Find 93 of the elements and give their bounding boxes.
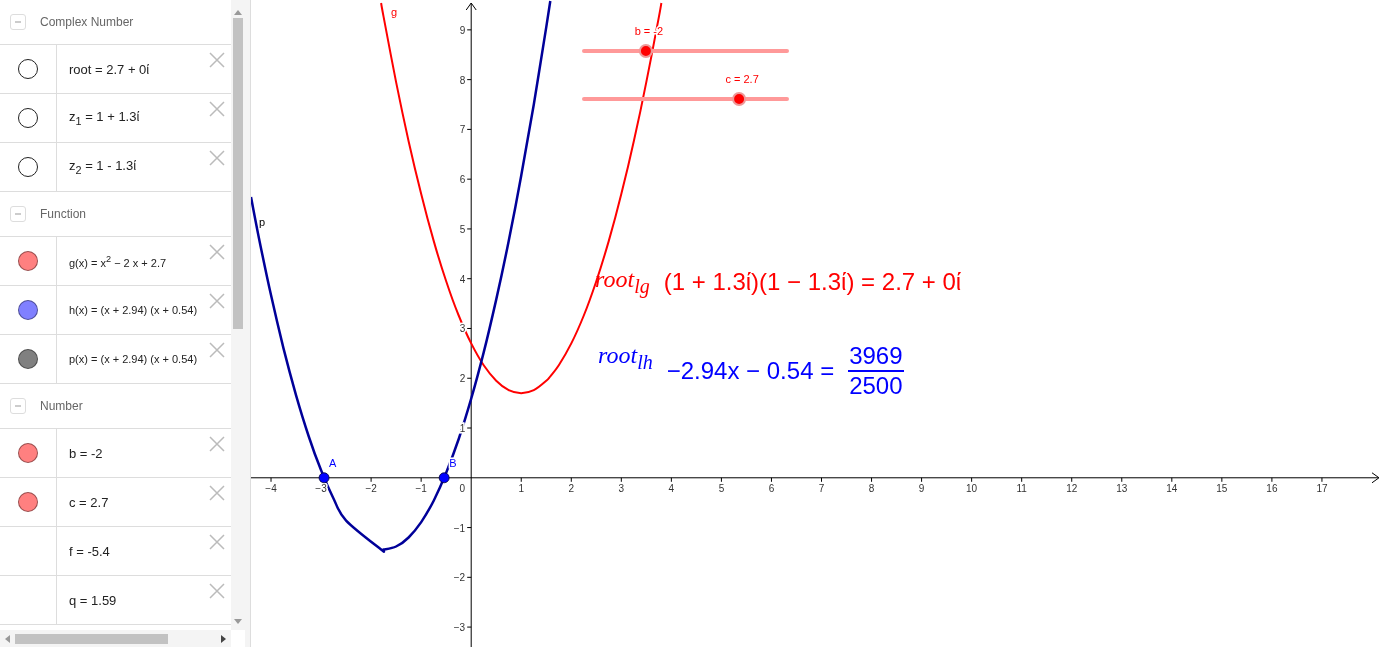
tick-label: 4 [459, 273, 466, 285]
algebra-entry[interactable]: q = 1.59 [69, 592, 117, 608]
algebra-entry[interactable]: z$_{1}$ = 1 + 1.3ί [69, 109, 140, 127]
curve-label: p [259, 216, 266, 228]
tick-label: 3 [459, 323, 466, 335]
tick-label: 6 [768, 482, 775, 494]
tick-label: 2 [568, 482, 575, 494]
slider-track[interactable] [582, 44, 789, 58]
tick-label: 1 [518, 482, 524, 494]
equation-text: −2.94x − 0.54 = [666, 357, 835, 385]
tick-label: −2 [453, 572, 466, 584]
slider-label: c = 2.7 [725, 73, 759, 85]
visibility-toggle[interactable] [18, 108, 38, 128]
minus-icon [14, 210, 22, 218]
point-label: B [449, 456, 457, 469]
tick-label: 9 [459, 24, 466, 36]
tick-label: 8 [459, 74, 466, 86]
algebra-entry[interactable]: g(x) = x$^{2}$ − 2 x + 2.7 [69, 253, 167, 269]
visibility-toggle[interactable] [18, 59, 38, 79]
tick-label: 7 [818, 482, 825, 494]
tick-label: 14 [1166, 482, 1178, 494]
close-icon[interactable] [209, 150, 225, 166]
tick-label: −1 [453, 522, 466, 534]
point-label: A [329, 456, 337, 469]
visibility-toggle[interactable] [18, 157, 38, 177]
tick-label: 5 [459, 223, 466, 235]
numerator: 3969 [848, 342, 904, 372]
tick-label: 6 [459, 174, 466, 186]
function-curve[interactable] [380, 2, 663, 395]
denominator: 2500 [849, 372, 903, 400]
tick-label: 17 [1316, 482, 1328, 494]
point[interactable] [318, 472, 330, 484]
tick-label: 12 [1066, 482, 1078, 494]
curve-label: g [391, 6, 398, 18]
section-title: Complex Number [40, 15, 134, 29]
tick-label: 8 [868, 482, 875, 494]
point[interactable] [438, 472, 450, 484]
tick-label: 2 [459, 373, 466, 385]
scroll-right-icon[interactable] [221, 634, 226, 643]
equation-text: (1 + 1.3ί)(1 − 1.3ί) = 2.7 + 0ί [663, 267, 962, 296]
algebra-entry[interactable]: b = -2 [69, 445, 103, 461]
section-title: Function [40, 207, 87, 221]
algebra-entry[interactable]: p(x) = (x + 2.94) (x + 0.54) [69, 353, 198, 365]
tick-label: −4 [265, 482, 277, 494]
close-icon[interactable] [209, 244, 225, 260]
close-icon[interactable] [209, 436, 225, 452]
algebra-entry[interactable]: z$_{2}$ = 1 - 1.3ί [69, 158, 137, 176]
scroll-left-icon[interactable] [5, 634, 10, 643]
scroll-thumb[interactable] [15, 633, 168, 644]
close-icon[interactable] [209, 293, 225, 309]
tick-label: −3 [453, 622, 466, 634]
scroll-thumb[interactable] [233, 18, 243, 329]
formula-label: root$_{lh}$ [598, 342, 653, 374]
minus-icon [14, 402, 22, 410]
tick-label: 4 [668, 482, 675, 494]
algebra-entry[interactable]: c = 2.7 [69, 494, 109, 510]
algebra-entry[interactable]: root = 2.7 + 0ί [69, 61, 150, 77]
algebra-entry[interactable]: f = -5.4 [69, 543, 110, 559]
collapse-toggle[interactable] [10, 398, 26, 414]
tick-label: 1 [459, 423, 466, 434]
function-curve[interactable] [251, 0, 552, 551]
horizontal-scrollbar[interactable] [0, 630, 231, 647]
tick-label: 7 [459, 124, 466, 136]
tick-label: 3 [618, 482, 625, 494]
section-title: Number [40, 399, 83, 413]
tick-label: −2 [365, 482, 377, 494]
scroll-down-icon[interactable] [234, 619, 242, 624]
close-icon[interactable] [209, 342, 225, 358]
vertical-scrollbar[interactable] [231, 0, 245, 630]
tick-label: 9 [918, 482, 925, 494]
close-icon[interactable] [209, 52, 225, 68]
close-icon[interactable] [209, 534, 225, 550]
tick-label: 0 [459, 482, 465, 494]
close-icon[interactable] [209, 583, 225, 599]
tick-label: 5 [718, 482, 725, 494]
tick-label: 11 [1016, 482, 1027, 494]
slider-thumb[interactable] [732, 92, 747, 106]
tick-label: 13 [1116, 482, 1128, 494]
collapse-toggle[interactable] [10, 14, 26, 30]
tick-label: 15 [1216, 482, 1228, 494]
close-icon[interactable] [209, 101, 225, 117]
scroll-up-icon[interactable] [234, 10, 242, 15]
minus-icon [14, 18, 22, 26]
tick-label: 16 [1266, 482, 1278, 494]
tick-label: −1 [415, 482, 427, 494]
tick-label: 10 [966, 482, 978, 494]
collapse-toggle[interactable] [10, 206, 26, 222]
slider-thumb[interactable] [638, 44, 653, 58]
formula-label: root$_{lg}$ [595, 266, 650, 298]
close-icon[interactable] [209, 485, 225, 501]
slider-track[interactable] [582, 92, 789, 106]
algebra-entry[interactable]: h(x) = (x + 2.94) (x + 0.54) [69, 304, 198, 316]
tick-label: −3 [315, 482, 327, 494]
